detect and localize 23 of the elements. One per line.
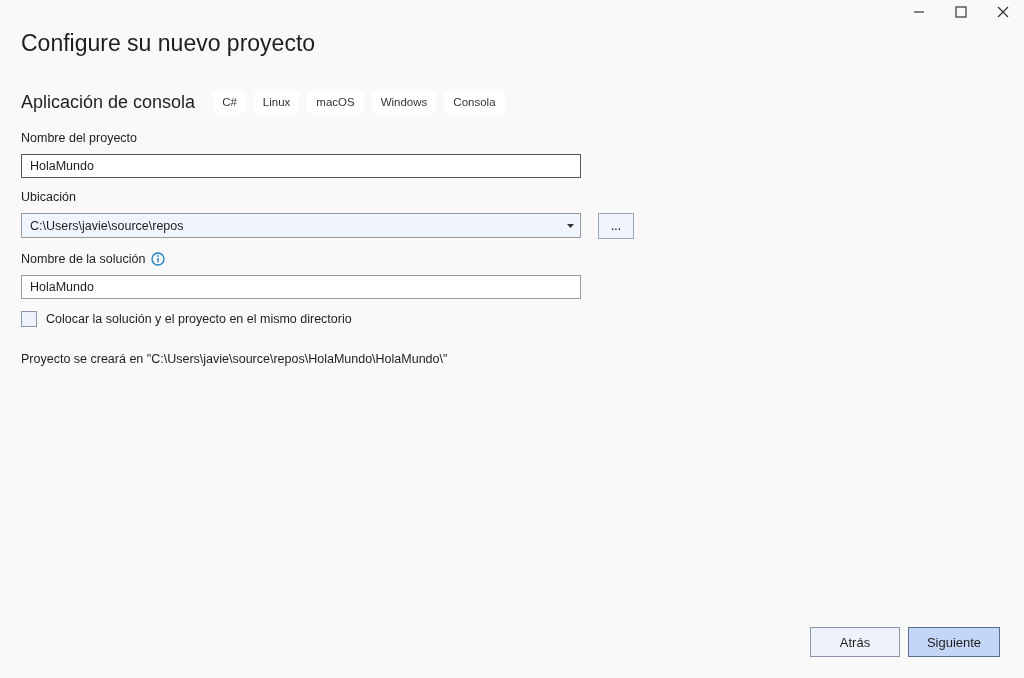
tag: Consola	[444, 91, 505, 113]
checkbox-label: Colocar la solución y el proyecto en el mismo directorio	[46, 312, 352, 326]
tag: Windows	[371, 91, 437, 113]
field-label: Nombre de la solución	[21, 252, 146, 266]
caret-icon	[567, 223, 574, 228]
checkbox[interactable]	[21, 311, 37, 327]
solution-name-field[interactable]: HolaMundo	[21, 275, 581, 299]
back-button[interactable]: Atrás	[810, 627, 900, 657]
info-icon[interactable]	[151, 252, 166, 266]
close-icon[interactable]	[997, 6, 1009, 18]
tag: macOS	[307, 91, 364, 113]
template-name: Aplicación de consola	[21, 91, 196, 113]
field-label: Ubicación	[21, 190, 76, 204]
maximize-icon[interactable]	[955, 6, 967, 18]
tag: C#	[213, 91, 246, 113]
next-button[interactable]: Siguiente	[908, 627, 1000, 657]
tag: Linux	[253, 91, 300, 113]
dialog-title: Configure su nuevo proyecto	[21, 30, 317, 58]
field-label: Nombre del proyecto	[21, 131, 138, 145]
location-dropdown[interactable]: C:\Users\javie\source\repos	[21, 213, 581, 238]
project-name-field[interactable]: HolaMundo	[21, 154, 581, 178]
browse-button[interactable]: ...	[598, 213, 634, 239]
path-note: Proyecto se creará en "C:\Users\javie\source\repos\HolaMundo\HolaMundo\"	[21, 352, 449, 366]
